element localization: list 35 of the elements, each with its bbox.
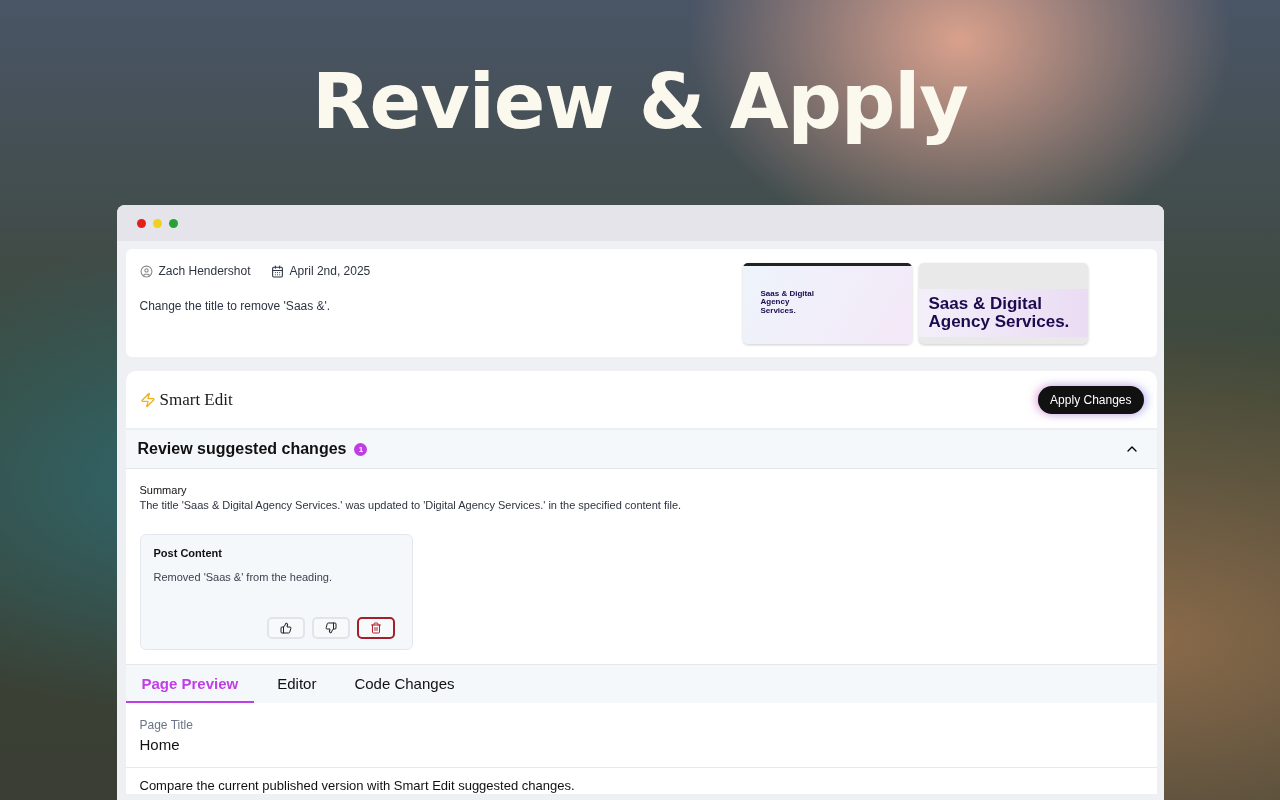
trash-icon <box>369 622 382 634</box>
delete-button[interactable] <box>356 617 395 639</box>
close-dot[interactable] <box>136 218 146 228</box>
calendar-icon <box>270 264 284 278</box>
author-name: Zach Hendershot <box>158 264 251 278</box>
change-title: Post Content <box>153 547 223 559</box>
like-button[interactable] <box>266 617 305 639</box>
dislike-button[interactable] <box>311 617 350 639</box>
thumbs-up-icon <box>279 622 292 634</box>
count-badge: 1 <box>354 442 368 456</box>
field-value: Home <box>139 736 181 753</box>
zoom-dot[interactable] <box>168 218 178 228</box>
thumbnail-heading: Saas & Digital Agency Services. <box>927 295 1071 331</box>
tab[interactable]: Editor <box>261 665 333 703</box>
heading-crop-thumbnail[interactable]: Saas & Digital Agency Services. <box>918 263 1088 344</box>
review-header[interactable]: Review suggested changes 1 <box>125 430 1157 469</box>
request-date: April 2nd, 2025 <box>289 264 371 278</box>
summary-text: The title 'Saas & Digital Agency Services.' was updated to 'Digital Agency Services.' in the specified content file. <box>139 499 683 511</box>
review-title: Review suggested changes <box>137 440 347 458</box>
tab[interactable]: Page Preview <box>125 665 255 703</box>
compare-note: Compare the current published version with Smart Edit suggested changes. <box>139 778 575 793</box>
minimize-dot[interactable] <box>152 218 162 228</box>
smart-edit-title: Smart Edit <box>159 389 233 410</box>
request-message: Change the title to remove 'Saas &'. <box>139 299 332 313</box>
tab[interactable]: Code Changes <box>338 665 471 703</box>
hero-title: Review & Apply <box>312 56 968 148</box>
user-icon <box>139 264 153 278</box>
summary-label: Summary <box>139 484 188 496</box>
page-screenshot-thumbnail[interactable]: Saas & Digital Agency Services. <box>742 263 912 344</box>
lightning-icon <box>139 391 156 408</box>
thumbs-down-icon <box>324 622 337 634</box>
apply-changes-button[interactable]: Apply Changes <box>1038 385 1144 414</box>
field-label: Page Title <box>139 718 194 732</box>
thumbnail-heading: Saas & Digital Agency Services. <box>759 288 815 316</box>
change-description: Removed 'Saas &' from the heading. <box>153 571 333 583</box>
